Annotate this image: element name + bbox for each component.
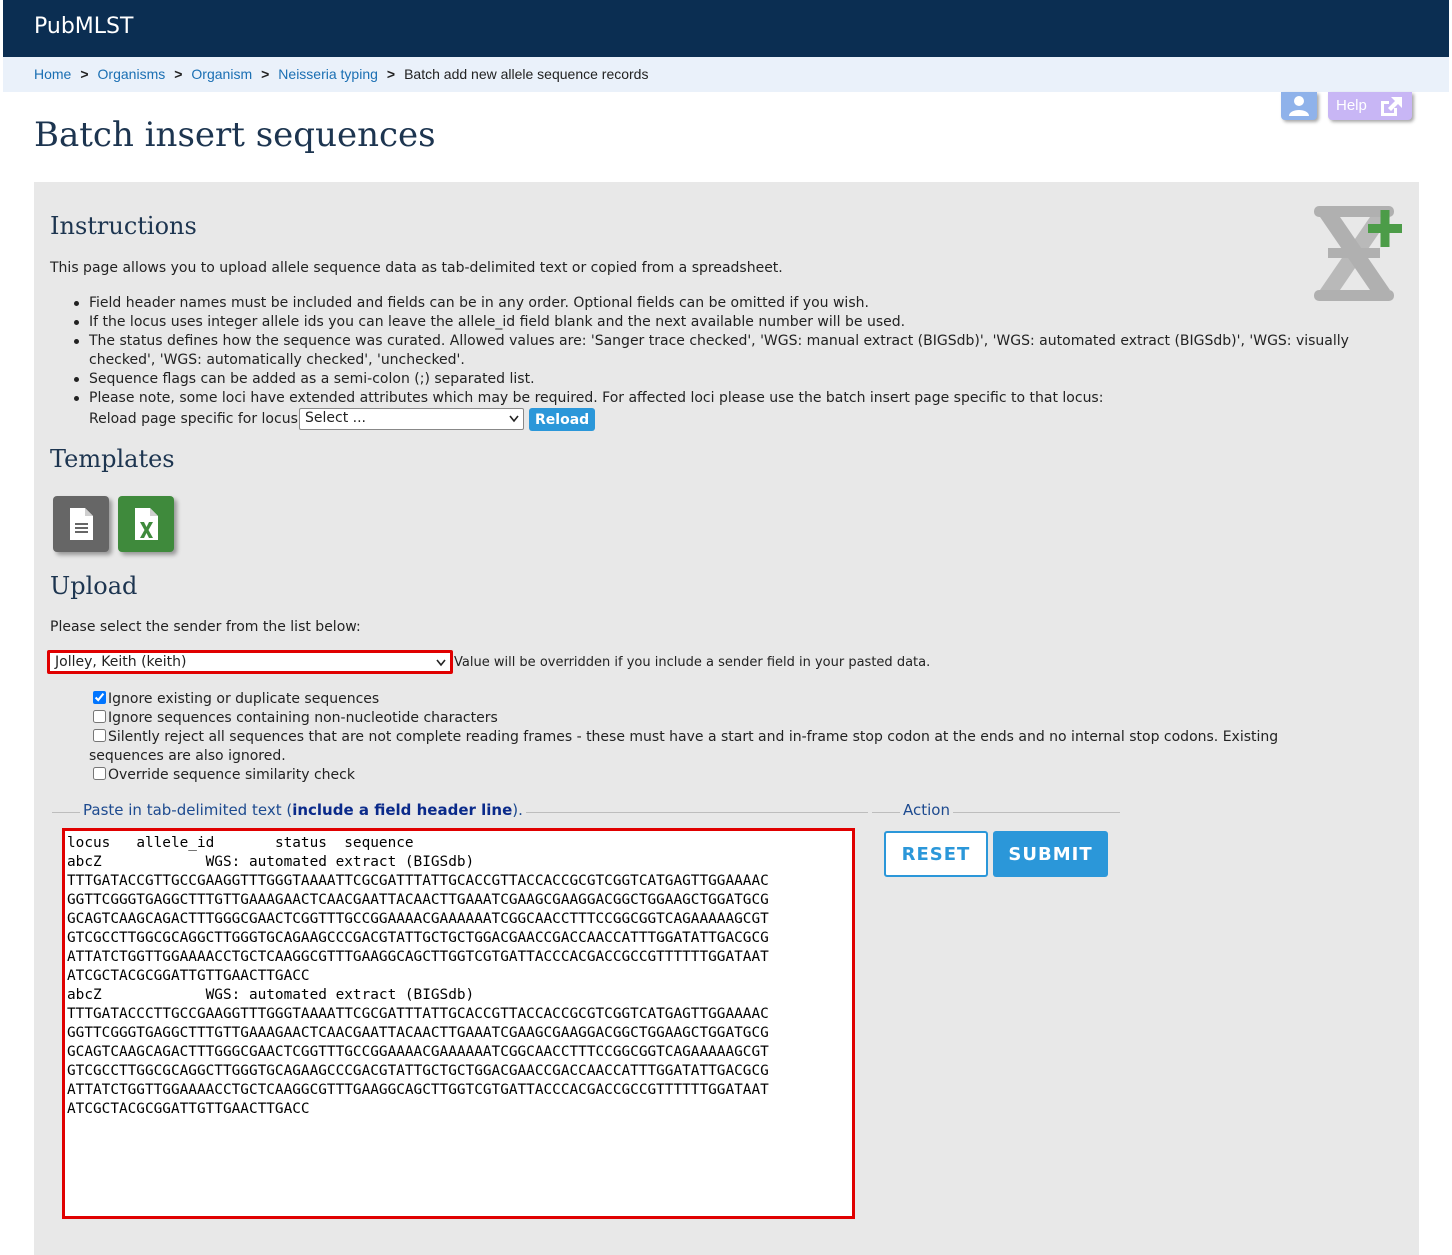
user-button[interactable] [1281, 92, 1317, 120]
paste-legend-suffix: ). [512, 801, 523, 819]
option-ignore-non-nucleotide: Ignore sequences containing non-nucleoti… [93, 709, 498, 728]
chevron-down-icon [509, 415, 519, 423]
templates-heading: Templates [50, 445, 175, 473]
top-bar: PubMLST [3, 0, 1449, 57]
option-reject-incomplete-frames: Silently reject all sequences that are n… [89, 728, 1349, 766]
list-item: Sequence flags can be added as a semi-co… [74, 370, 1359, 389]
user-icon [1289, 96, 1309, 116]
ignore-non-nucleotide-checkbox[interactable] [93, 710, 106, 723]
text-template-button[interactable] [53, 496, 109, 552]
list-item: If the locus uses integer allele ids you… [74, 313, 1359, 332]
reset-button[interactable]: RESET [884, 831, 988, 877]
paste-legend: Paste in tab-delimited text (include a f… [80, 801, 526, 819]
reload-locus-label: Reload page specific for locus: [89, 411, 303, 427]
option-override-similarity: Override sequence similarity check [93, 766, 355, 785]
breadcrumb-separator: > [80, 66, 89, 82]
external-link-icon [1381, 97, 1402, 116]
option-label: Ignore sequences containing non-nucleoti… [108, 710, 498, 726]
locus-select[interactable]: Select ... [299, 408, 524, 430]
locus-select-value: Select ... [305, 410, 366, 426]
list-item: Please note, some loci have extended att… [74, 389, 1359, 408]
dna-add-icon [1314, 206, 1402, 301]
paste-data-textarea[interactable]: locus allele_id status sequence abcZ WGS… [62, 828, 855, 1219]
breadcrumb-home[interactable]: Home [34, 66, 71, 82]
list-item: The status defines how the sequence was … [74, 332, 1359, 370]
instructions-list: Field header names must be included and … [74, 294, 1359, 408]
action-legend: Action [900, 801, 953, 819]
excel-file-icon [135, 508, 158, 540]
option-label: Ignore existing or duplicate sequences [108, 691, 380, 707]
paste-legend-prefix: Paste in tab-delimited text ( [83, 801, 293, 819]
breadcrumb-organism[interactable]: Organism [191, 66, 252, 82]
page-title: Batch insert sequences [34, 115, 436, 155]
brand-title[interactable]: PubMLST [34, 14, 133, 39]
main-panel: Instructions This page allows you to upl… [34, 182, 1419, 1255]
help-label: Help [1336, 97, 1367, 114]
instructions-heading: Instructions [50, 212, 197, 240]
reject-incomplete-frames-checkbox[interactable] [93, 729, 106, 742]
chevron-down-icon [436, 659, 446, 667]
sender-select[interactable]: Jolley, Keith (keith) [47, 650, 453, 674]
breadcrumb-organisms[interactable]: Organisms [98, 66, 166, 82]
paste-legend-bold: include a field header line [292, 801, 513, 819]
excel-template-button[interactable] [118, 496, 174, 552]
instructions-intro: This page allows you to upload allele se… [50, 260, 783, 276]
breadcrumb: Home > Organisms > Organism > Neisseria typing… [3, 57, 1449, 92]
list-item: Field header names must be included and … [74, 294, 1359, 313]
ignore-duplicates-checkbox[interactable] [93, 691, 106, 704]
option-label: Override sequence similarity check [108, 767, 355, 783]
breadcrumb-current: Batch add new allele sequence records [404, 66, 649, 82]
option-label: Silently reject all sequences that are n… [89, 729, 1279, 764]
breadcrumb-separator: > [261, 66, 270, 82]
reload-button[interactable]: Reload [529, 408, 595, 431]
help-button[interactable]: Help [1328, 92, 1412, 120]
upload-heading: Upload [50, 572, 138, 600]
sender-select-value: Jolley, Keith (keith) [55, 654, 187, 670]
sender-note: Value will be overridden if you include … [454, 655, 931, 670]
option-ignore-duplicates: Ignore existing or duplicate sequences [93, 690, 379, 709]
breadcrumb-separator: > [174, 66, 183, 82]
override-similarity-checkbox[interactable] [93, 767, 106, 780]
breadcrumb-neisseria-typing[interactable]: Neisseria typing [278, 66, 378, 82]
breadcrumb-separator: > [386, 66, 396, 82]
text-file-icon [70, 508, 93, 540]
submit-button[interactable]: SUBMIT [993, 831, 1108, 877]
sender-prompt: Please select the sender from the list b… [50, 619, 361, 635]
